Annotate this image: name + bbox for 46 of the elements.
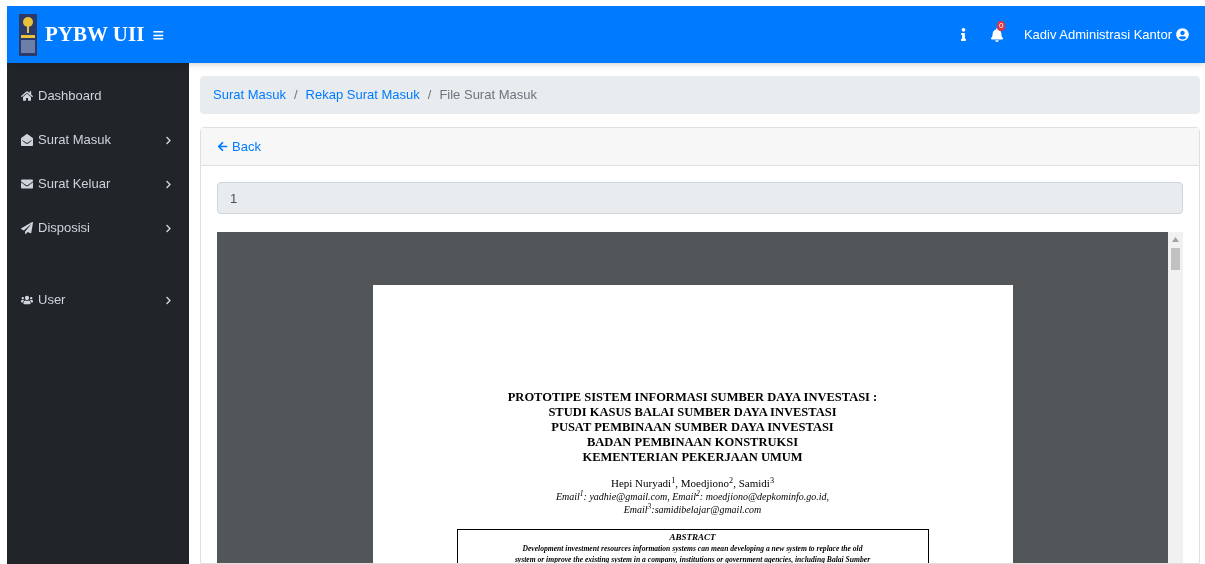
sidebar-item[interactable]: Surat Masuk: [7, 118, 189, 162]
send-icon: [21, 222, 33, 234]
scrollbar[interactable]: [1168, 232, 1183, 563]
user-icon: [1176, 28, 1189, 41]
sidebar-item[interactable]: User: [7, 278, 189, 322]
inbox-icon: [21, 134, 33, 146]
sidebar-label: Dashboard: [38, 87, 102, 106]
users-icon: [21, 294, 33, 306]
breadcrumb-separator: /: [427, 86, 432, 105]
breadcrumb-separator: /: [294, 86, 298, 105]
sidebar-label: Surat Masuk: [38, 131, 111, 150]
document-title-line: KEMENTERIAN PEKERJAAN UMUM: [582, 450, 803, 465]
document-email: Email$^{3}$:samidibelajar@gmail.com: [623, 503, 762, 516]
university-logo: [19, 13, 37, 56]
home-icon: [21, 90, 33, 102]
breadcrumb-link[interactable]: Surat Masuk: [213, 85, 286, 105]
document-email: Email$^{1}$: yadhie@gmail.com, Email$^{2}$: moedjiono@depkominfo.go.id,: [555, 490, 830, 503]
chevron-icon: [164, 135, 173, 145]
sidebar-label: User: [38, 291, 66, 310]
document-field[interactable]: 1: [217, 182, 1183, 214]
bell-icon[interactable]: [989, 27, 1004, 42]
back-link[interactable]: Back: [217, 136, 261, 157]
document-title-line: STUDI KASUS BALAI SUMBER DAYA INVESTASI: [548, 405, 837, 420]
chevron-icon: [164, 179, 173, 189]
sidebar-item[interactable]: Disposisi: [7, 206, 189, 250]
breadcrumb-link[interactable]: Rekap Surat Masuk: [305, 85, 420, 105]
notification-count: 0: [996, 20, 1006, 31]
document-title-line: BADAN PEMBINAAN KONSTRUKSI: [586, 435, 799, 450]
document-title-line: PROTOTIPE SISTEM INFORMASI SUMBER DAYA INVESTASI :: [507, 390, 878, 405]
chevron-icon: [164, 223, 173, 233]
breadcrumb-current: File Surat Masuk: [439, 86, 537, 105]
sidebar-item[interactable]: Dashboard: [7, 74, 189, 118]
sidebar-label: Disposisi: [38, 219, 90, 238]
chevron-icon: [164, 295, 173, 305]
menu-toggle[interactable]: ≡: [152, 24, 165, 45]
document-title-line: PUSAT PEMBINAAN SUMBER DAYA INVESTASI: [551, 420, 834, 435]
sidebar-item[interactable]: Surat Keluar: [7, 162, 189, 206]
document-authors: Hepi Nuryadi$^{1}$, Moedjiono$^{2}$, Samidi$^{3}$: [611, 476, 774, 490]
abstract-heading: ABSTRACT: [669, 532, 716, 543]
mail-icon: [21, 178, 33, 190]
user-menu[interactable]: Kadiv Administrasi Kantor: [1023, 24, 1189, 45]
sidebar-label: Surat Keluar: [38, 175, 111, 194]
scrollbar-thumb[interactable]: [1171, 248, 1180, 270]
brand-title[interactable]: PYBW UII: [45, 18, 145, 51]
arrow-left-icon: [217, 141, 228, 152]
scroll-up-icon[interactable]: [1172, 237, 1179, 242]
